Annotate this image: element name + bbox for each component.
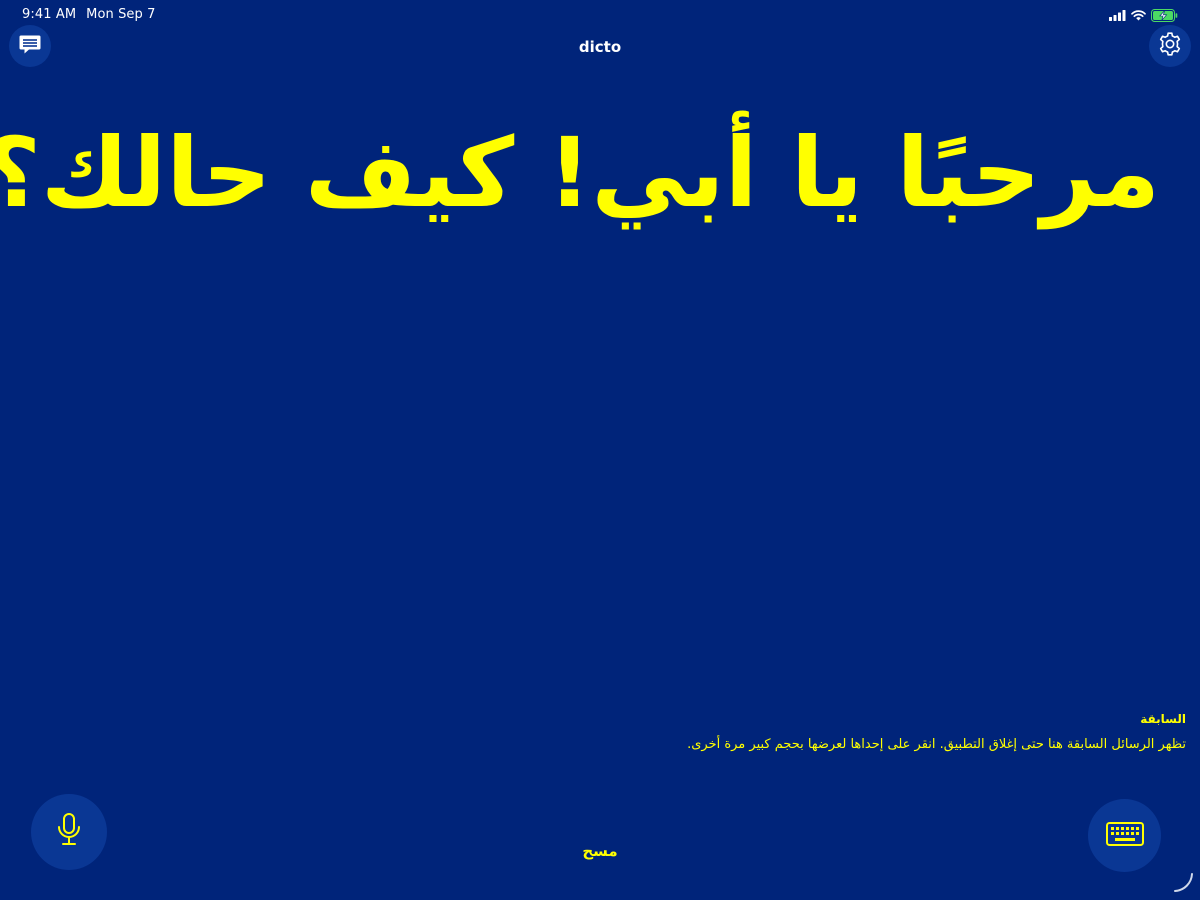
status-bar-left: 9:41 AM Mon Sep 7 xyxy=(22,7,156,22)
previous-description: تظهر الرسائل السابقة هنا حتى إغلاق التطب… xyxy=(687,737,1186,752)
keyboard-icon xyxy=(1105,821,1144,850)
clear-button[interactable]: مسح xyxy=(560,842,640,860)
gear-icon xyxy=(1157,31,1183,61)
status-time: 9:41 AM xyxy=(22,7,77,22)
resize-handle-icon[interactable] xyxy=(1172,872,1196,898)
app-screen: 9:41 AM Mon Sep 7 dicto مرحبًا يا أبي! ك… xyxy=(0,0,1200,900)
settings-button[interactable] xyxy=(1149,25,1191,67)
microphone-icon xyxy=(54,812,84,852)
microphone-button[interactable] xyxy=(31,794,107,870)
battery-charging-icon xyxy=(1151,8,1178,22)
wifi-icon xyxy=(1131,9,1146,21)
status-date: Mon Sep 7 xyxy=(86,7,156,22)
cellular-signal-icon xyxy=(1109,9,1126,21)
previous-heading: السابقة xyxy=(1140,712,1186,726)
status-bar-right xyxy=(1109,8,1178,22)
main-message: مرحبًا يا أبي! كيف حالك؟ xyxy=(0,117,1160,229)
app-title: dicto xyxy=(578,38,622,56)
keyboard-button[interactable] xyxy=(1088,799,1161,872)
